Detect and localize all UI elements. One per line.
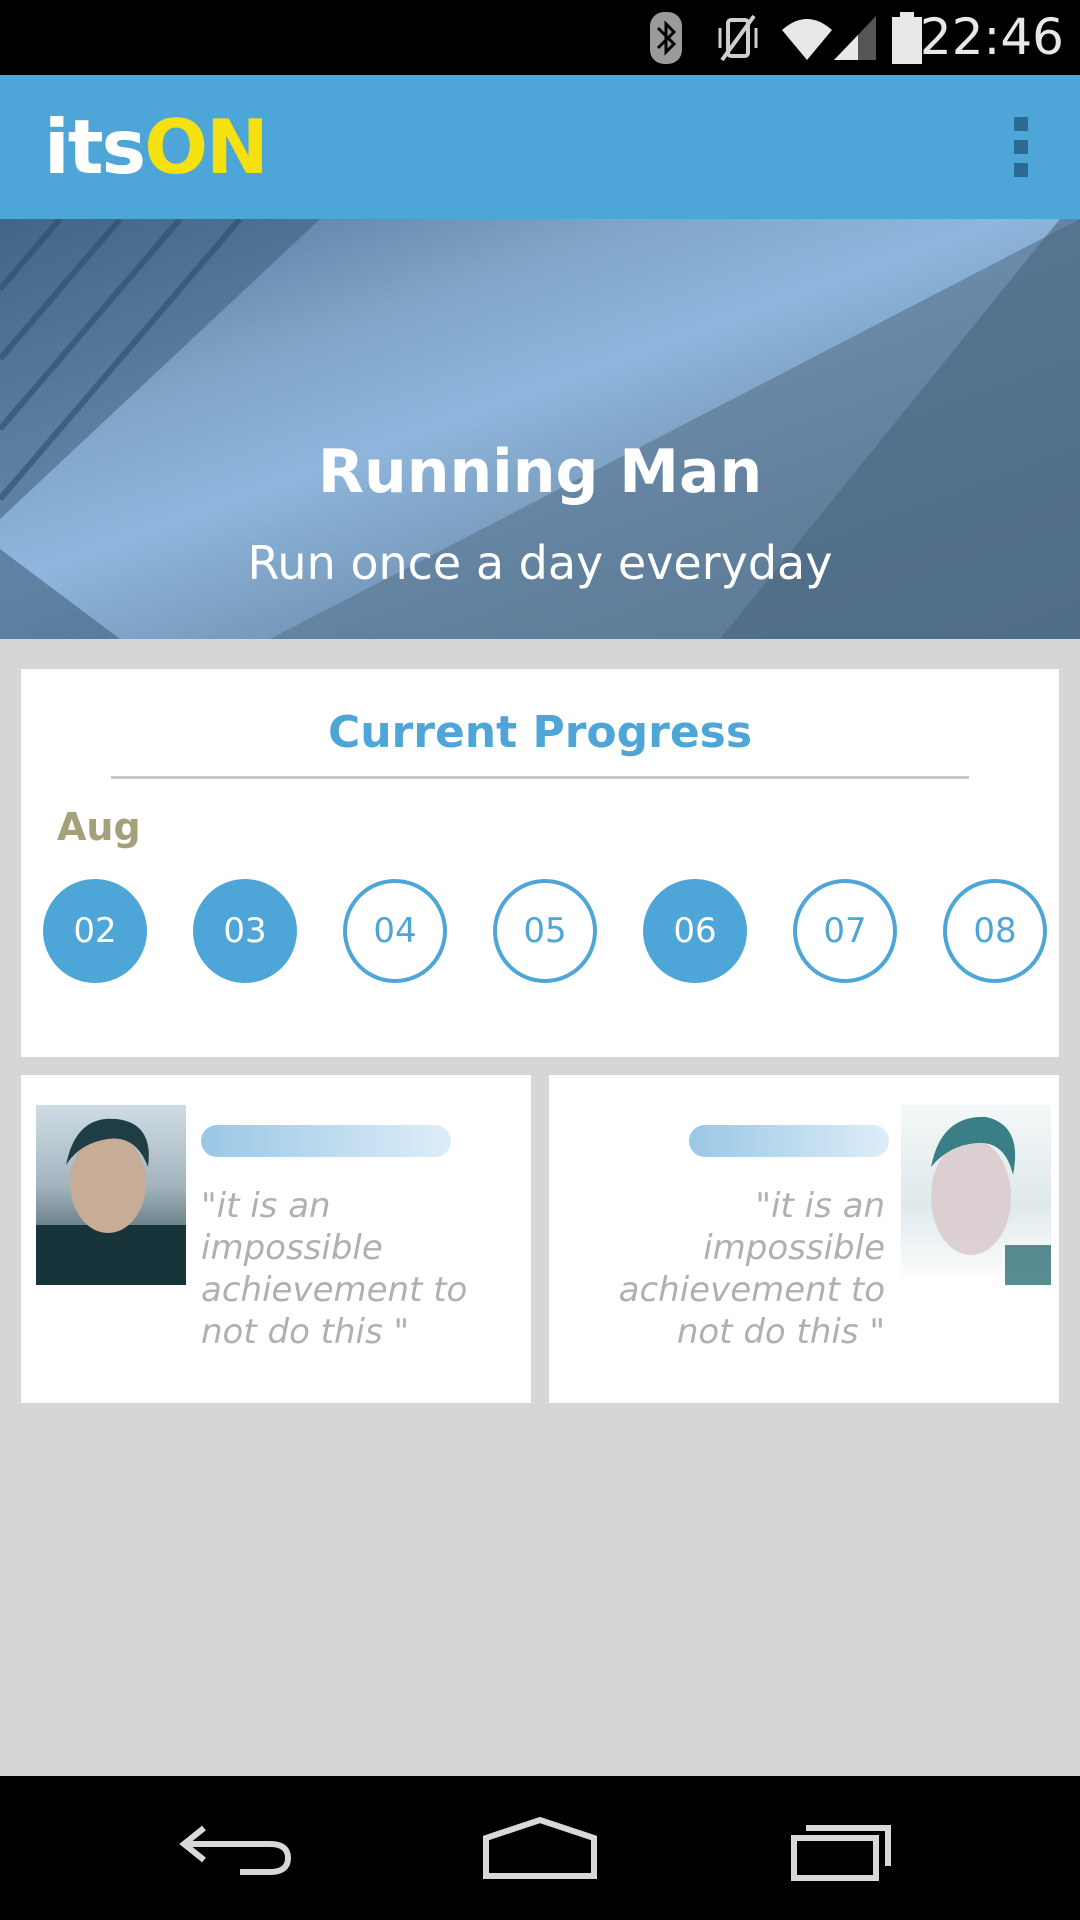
logo-text-its: its: [44, 103, 146, 191]
progress-card: Current Progress Aug 02 03 04 05 06 07 08: [21, 669, 1059, 1057]
status-time: 22:46: [919, 8, 1064, 66]
progress-title: Current Progress: [327, 707, 753, 758]
day-circle[interactable]: 04: [343, 879, 447, 983]
day-circle[interactable]: 06: [643, 879, 747, 983]
member-quote: "it is an impossible achievement to not …: [618, 1186, 885, 1352]
avatar: [901, 1105, 1051, 1285]
overflow-menu-icon[interactable]: [1000, 115, 1040, 179]
bluetooth-icon: [650, 12, 682, 64]
day-circle[interactable]: 03: [193, 879, 297, 983]
goal-subtitle: Run once a day everyday: [247, 536, 833, 590]
recent-apps-icon[interactable]: [772, 1806, 912, 1890]
day-circle[interactable]: 05: [493, 879, 597, 983]
vibrate-mute-icon: [718, 14, 758, 62]
month-label: Aug: [57, 805, 141, 849]
divider: [111, 776, 969, 779]
goal-title: Running Man: [317, 437, 763, 507]
logo-text-on: ON: [144, 103, 269, 191]
system-nav-bar: [0, 1776, 1080, 1920]
battery-icon: [892, 12, 922, 64]
day-circle[interactable]: 07: [793, 879, 897, 983]
status-bar: 22:46: [0, 0, 1080, 75]
member-name-blurred: [201, 1125, 451, 1157]
back-icon[interactable]: [170, 1806, 310, 1890]
day-circle[interactable]: 08: [943, 879, 1047, 983]
signal-icon: [834, 16, 876, 60]
app-logo: itsON: [44, 103, 269, 191]
day-circle[interactable]: 02: [43, 879, 147, 983]
app-bar: itsON: [0, 75, 1080, 219]
wifi-icon: [782, 19, 832, 60]
member-name-blurred: [689, 1125, 889, 1157]
home-icon[interactable]: [470, 1806, 610, 1890]
member-card[interactable]: "it is an impossible achievement to not …: [549, 1075, 1059, 1403]
member-card[interactable]: "it is an impossible achievement to not …: [21, 1075, 531, 1403]
member-quote: "it is an impossible achievement to not …: [201, 1186, 468, 1352]
avatar: [36, 1105, 186, 1285]
